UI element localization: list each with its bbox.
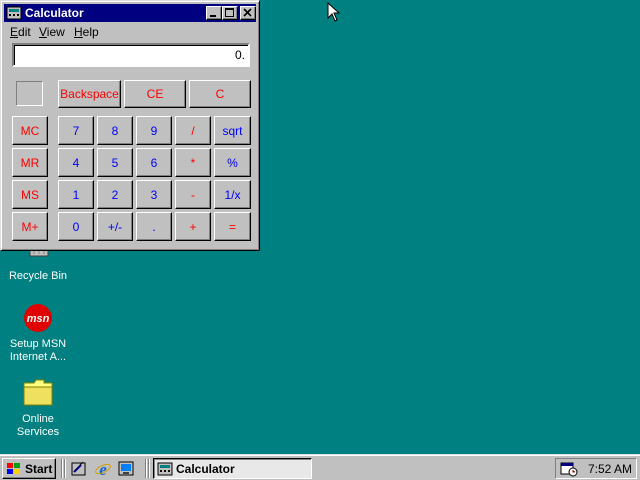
digit-2-button[interactable]: 2 [97,180,133,209]
task-button-calculator[interactable]: Calculator [153,458,312,479]
folder-icon [23,379,53,406]
taskbar-separator [145,459,147,478]
calculator-display: 0. [12,43,250,67]
minimize-icon [210,15,216,17]
taskbar-separator [61,459,63,478]
equals-button[interactable]: = [214,212,251,241]
maximize-button[interactable] [222,6,238,20]
digit-7-button[interactable]: 7 [58,116,94,145]
window-title: Calculator [25,6,84,20]
digit-0-button[interactable]: 0 [58,212,94,241]
menu-edit[interactable]: Edit [10,25,31,39]
setup-msn-label-line1: Setup MSN [9,338,67,350]
task-scheduler-icon[interactable] [560,461,578,477]
clear-button[interactable]: C [189,80,251,108]
digit-3-button[interactable]: 3 [136,180,172,209]
memory-indicator [16,81,43,106]
digit-9-button[interactable]: 9 [136,116,172,145]
clock[interactable]: 7:52 AM [588,462,632,476]
maximize-icon [225,8,234,17]
menu-bar: Edit View Help [4,23,256,41]
calculator-icon [6,6,22,20]
desktop: Recycle Bin msn Setup MSN Internet A... … [0,0,640,454]
close-icon [243,8,252,17]
desktop-icon-setup-msn[interactable]: msn Setup MSN Internet A... [0,304,76,364]
memory-add-button[interactable]: M+ [12,212,48,241]
calculator-window: Calculator Edit View Help 0. Backspace C… [0,0,260,251]
start-button[interactable]: Start [2,458,56,479]
mouse-cursor-icon [327,2,341,22]
menu-view[interactable]: View [39,25,65,39]
msn-logo-text: msn [27,313,50,325]
digit-1-button[interactable]: 1 [58,180,94,209]
show-desktop-icon[interactable] [70,460,88,478]
online-services-label-line1: Online [22,413,54,425]
task-button-label: Calculator [176,462,235,476]
recycle-bin-label: Recycle Bin [8,270,68,282]
system-tray: 7:52 AM [555,458,637,479]
multiply-button[interactable]: * [175,148,211,177]
taskbar-separator [64,459,66,478]
memory-store-button[interactable]: MS [12,180,48,209]
subtract-button[interactable]: - [175,180,211,209]
digit-8-button[interactable]: 8 [97,116,133,145]
desktop-icon-online-services[interactable]: Online Services [0,377,76,439]
online-services-label-line2: Services [16,426,60,438]
taskbar-separator [148,459,150,478]
percent-button[interactable]: % [214,148,251,177]
close-button[interactable] [240,6,256,20]
memory-recall-button[interactable]: MR [12,148,48,177]
memory-clear-button[interactable]: MC [12,116,48,145]
divide-button[interactable]: / [175,116,211,145]
add-button[interactable]: + [175,212,211,241]
taskbar: Start e Calculator 7:52 AM [0,454,640,480]
backspace-button[interactable]: Backspace [58,80,121,108]
minimize-button[interactable] [206,6,222,20]
digit-6-button[interactable]: 6 [136,148,172,177]
calculator-icon [157,462,173,476]
menu-help[interactable]: Help [74,25,99,39]
setup-msn-label-line2: Internet A... [9,351,67,363]
start-label: Start [25,462,53,476]
title-bar[interactable]: Calculator [4,4,256,22]
clear-entry-button[interactable]: CE [124,80,186,108]
sqrt-button[interactable]: sqrt [214,116,251,145]
msn-logo-icon: msn [24,304,52,332]
reciprocal-button[interactable]: 1/x [214,180,251,209]
internet-explorer-icon[interactable]: e [94,460,112,478]
digit-4-button[interactable]: 4 [58,148,94,177]
sign-button[interactable]: +/- [97,212,133,241]
windows-logo-icon [7,463,20,474]
digit-5-button[interactable]: 5 [97,148,133,177]
channels-icon[interactable] [117,460,135,478]
svg-text:e: e [99,460,107,478]
decimal-button[interactable]: . [136,212,172,241]
